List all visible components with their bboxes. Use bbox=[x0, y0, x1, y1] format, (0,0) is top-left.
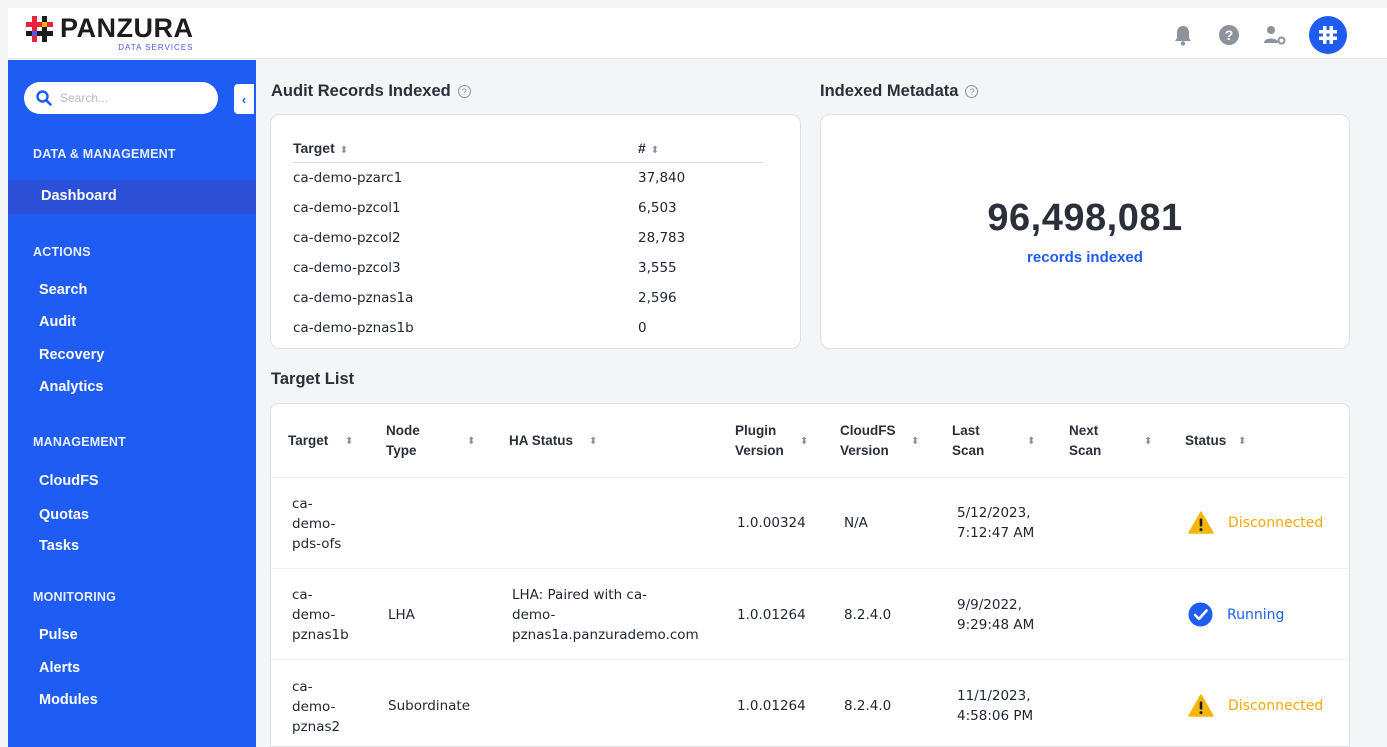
audit-records-title: Audit Records Indexed ? bbox=[271, 82, 471, 101]
sidebar-item-cloudfs[interactable]: CloudFS bbox=[39, 473, 99, 489]
brand-name: PANZURA bbox=[60, 13, 194, 43]
table-row: ca-demo-pzcol1 6,503 bbox=[293, 200, 677, 216]
table-row: ca-demo-pzarc1 37,840 bbox=[293, 170, 686, 186]
col-last-scan[interactable]: Last Scan ⬍ bbox=[952, 421, 1036, 461]
sidebar-item-tasks[interactable]: Tasks bbox=[39, 538, 79, 554]
target-list-table: Target ⬍ Node Type ⬍ HA Status ⬍ Plugin Ver… bbox=[270, 403, 1350, 747]
sort-icon: ⬍ bbox=[467, 436, 476, 447]
col-node-type[interactable]: Node Type ⬍ bbox=[386, 421, 475, 461]
sort-icon: ⬍ bbox=[650, 144, 660, 156]
audit-table: Target ⬍ # ⬍ ca-demo-pzarc1 37,840 ca-demo-… bbox=[293, 133, 763, 343]
brand-subtitle: DATA SERVICES bbox=[118, 43, 194, 52]
sidebar-item-pulse[interactable]: Pulse bbox=[39, 627, 78, 643]
audit-col-count[interactable]: # ⬍ bbox=[638, 140, 659, 156]
table-row: ca-demo-pznas1a 2,596 bbox=[293, 290, 677, 306]
sidebar-item-recovery[interactable]: Recovery bbox=[39, 347, 104, 363]
sort-icon: ⬍ bbox=[800, 436, 809, 447]
sidebar-item-dashboard[interactable]: Dashboard bbox=[41, 188, 117, 204]
check-circle-icon bbox=[1188, 602, 1213, 627]
status-badge: Disconnected bbox=[1188, 511, 1323, 534]
table-row: ca-demo-pzcol3 3,555 bbox=[293, 260, 677, 276]
chevron-left-icon: ‹ bbox=[241, 91, 247, 107]
table-row: ca-demo-pznas1b 0 bbox=[293, 320, 647, 336]
sidebar-item-alerts[interactable]: Alerts bbox=[39, 660, 80, 676]
indexed-records-count: 96,498,081 bbox=[987, 197, 1183, 239]
bell-icon[interactable] bbox=[1171, 23, 1195, 47]
status-badge: Running bbox=[1188, 602, 1284, 627]
help-circle-icon[interactable]: ? bbox=[457, 85, 471, 98]
top-bar: PANZURA DATA SERVICES ? bbox=[8, 8, 1387, 59]
indexed-metadata-card: 96,498,081 records indexed bbox=[820, 114, 1350, 349]
sidebar-item-audit[interactable]: Audit bbox=[39, 314, 76, 330]
table-row[interactable]: ca- demo- pds-ofs 1.0.00324 N/A 5/12/202… bbox=[271, 478, 1349, 569]
target-list-header: Target ⬍ Node Type ⬍ HA Status ⬍ Plugin Ver… bbox=[271, 404, 1349, 478]
sort-icon: ⬍ bbox=[1238, 436, 1247, 447]
avatar[interactable] bbox=[1309, 16, 1347, 54]
section-management: MANAGEMENT bbox=[33, 435, 126, 449]
section-actions: ACTIONS bbox=[33, 245, 91, 259]
section-data-management: DATA & MANAGEMENT bbox=[33, 147, 176, 161]
panzura-logo[interactable]: PANZURA DATA SERVICES bbox=[24, 14, 194, 54]
target-list-title: Target List bbox=[271, 370, 355, 388]
sort-icon: ⬍ bbox=[339, 144, 349, 156]
panzura-logo-icon bbox=[24, 14, 56, 44]
sidebar-item-analytics[interactable]: Analytics bbox=[39, 379, 103, 395]
section-monitoring: MONITORING bbox=[33, 590, 117, 604]
sort-icon: ⬍ bbox=[589, 436, 598, 447]
sidebar-item-modules[interactable]: Modules bbox=[39, 692, 98, 708]
sort-icon: ⬍ bbox=[911, 436, 920, 447]
sort-icon: ⬍ bbox=[1027, 436, 1036, 447]
status-badge: Disconnected bbox=[1188, 694, 1323, 717]
search-input[interactable] bbox=[60, 91, 200, 105]
svg-text:?: ? bbox=[1225, 27, 1234, 43]
indexed-records-caption[interactable]: records indexed bbox=[821, 249, 1349, 266]
audit-table-header: Target ⬍ # ⬍ bbox=[293, 133, 763, 163]
help-icon[interactable]: ? bbox=[1217, 23, 1241, 47]
audit-records-card: Target ⬍ # ⬍ ca-demo-pzarc1 37,840 ca-demo-… bbox=[270, 114, 801, 349]
col-ha-status[interactable]: HA Status ⬍ bbox=[509, 431, 597, 451]
sidebar-search[interactable] bbox=[24, 82, 218, 114]
col-status[interactable]: Status ⬍ bbox=[1185, 431, 1246, 451]
avatar-logo-icon bbox=[1319, 26, 1337, 44]
sidebar-item-search[interactable]: Search bbox=[39, 282, 87, 298]
table-row[interactable]: ca- demo- pznas2 Subordinate 1.0.01264 8… bbox=[271, 660, 1349, 746]
sort-icon: ⬍ bbox=[345, 436, 354, 447]
audit-col-target[interactable]: Target ⬍ bbox=[293, 140, 638, 156]
sort-icon: ⬍ bbox=[1144, 436, 1153, 447]
sidebar: ‹ DATA & MANAGEMENT Dashboard ACTIONS Se… bbox=[8, 60, 256, 747]
sidebar-item-quotas[interactable]: Quotas bbox=[39, 507, 89, 523]
help-circle-icon[interactable]: ? bbox=[965, 85, 979, 98]
table-row[interactable]: ca- demo- pznas1b LHA LHA: Paired with c… bbox=[271, 569, 1349, 660]
table-row: ca-demo-pzcol2 28,783 bbox=[293, 230, 686, 246]
col-plugin-version[interactable]: Plugin Version ⬍ bbox=[735, 421, 810, 461]
col-next-scan[interactable]: Next Scan ⬍ bbox=[1069, 421, 1153, 461]
collapse-sidebar-button[interactable]: ‹ bbox=[234, 84, 254, 114]
col-target[interactable]: Target ⬍ bbox=[288, 431, 353, 451]
indexed-metadata-title: Indexed Metadata ? bbox=[820, 82, 979, 101]
col-cloudfs-version[interactable]: CloudFS Version ⬍ bbox=[840, 421, 920, 461]
search-icon bbox=[36, 90, 52, 106]
warning-icon bbox=[1188, 694, 1214, 717]
warning-icon bbox=[1188, 511, 1214, 534]
user-settings-icon[interactable] bbox=[1263, 23, 1287, 47]
